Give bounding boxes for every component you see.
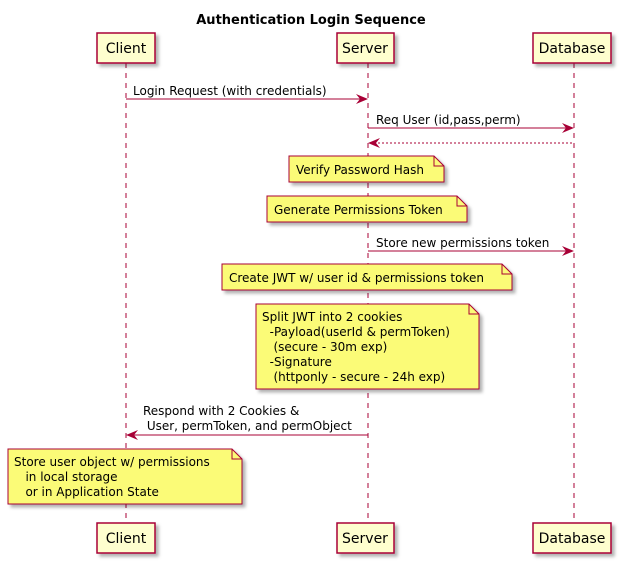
participant-label: Server	[342, 531, 388, 547]
participant-server-top: Server	[336, 32, 395, 64]
participant-server-bottom: Server	[336, 522, 395, 554]
note-text: (secure - 30m exp)	[262, 340, 387, 354]
participant-label: Database	[539, 531, 606, 547]
message-store-token: Store new permissions token	[368, 236, 574, 256]
message-label: Store new permissions token	[376, 236, 549, 250]
participant-label: Client	[106, 41, 147, 57]
participant-client-bottom: Client	[96, 522, 156, 554]
message-login-request: Login Request (with credentials)	[126, 84, 368, 104]
diagram-title: Authentication Login Sequence	[196, 13, 426, 28]
sequence-diagram: Authentication Login Sequence Client Ser…	[7, 13, 612, 554]
participant-database-bottom: Database	[532, 522, 612, 554]
participant-client-top: Client	[96, 32, 156, 64]
note-text: (httponly - secure - 24h exp)	[262, 370, 445, 384]
participant-database-top: Database	[532, 32, 612, 64]
note-text: Create JWT w/ user id & permissions toke…	[229, 271, 484, 285]
participant-label: Client	[106, 531, 147, 547]
message-label: Login Request (with credentials)	[133, 84, 327, 98]
note-text: Split JWT into 2 cookies	[262, 310, 402, 324]
note-text: -Signature	[262, 355, 332, 369]
participant-label: Database	[539, 41, 606, 57]
note-text: in local storage	[14, 470, 118, 484]
message-label: Req User (id,pass,perm)	[376, 113, 521, 127]
note-text: Store user object w/ permissions	[14, 455, 210, 469]
note-text: or in Application State	[14, 485, 159, 499]
message-label: Respond with 2 Cookies &	[143, 404, 299, 418]
participant-label: Server	[342, 41, 388, 57]
note-text: Generate Permissions Token	[274, 203, 443, 217]
note-text: Verify Password Hash	[296, 163, 424, 177]
message-return	[368, 138, 574, 148]
message-label: User, permToken, and permObject	[143, 419, 352, 433]
message-respond-cookies: Respond with 2 Cookies & User, permToken…	[126, 404, 368, 440]
message-req-user: Req User (id,pass,perm)	[368, 113, 574, 133]
note-text: -Payload(userId & permToken)	[262, 325, 450, 339]
